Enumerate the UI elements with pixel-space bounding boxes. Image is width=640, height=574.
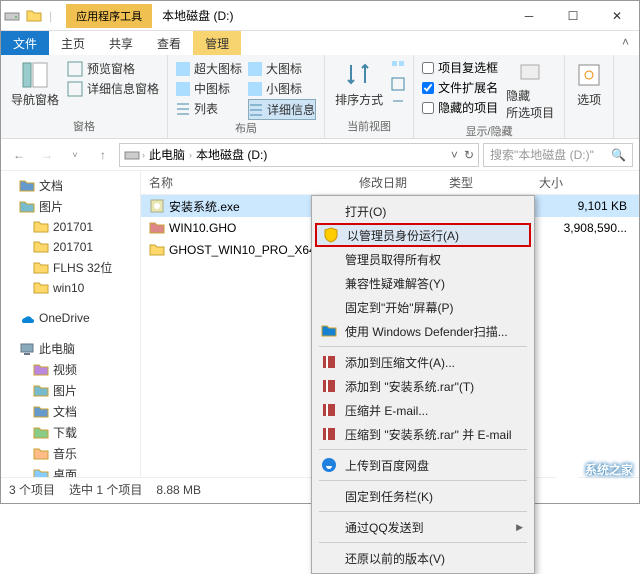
col-date: 修改日期 — [351, 174, 441, 191]
sort-icon — [345, 61, 373, 89]
menu-item[interactable]: 兼容性疑难解答(Y) — [315, 271, 531, 295]
hide-selected-button[interactable]: 隐藏 所选项目 — [504, 59, 556, 123]
status-size: 8.88 MB — [156, 483, 201, 497]
breadcrumb[interactable]: › 此电脑 › 本地磁盘 (D:) ˅ ↻ — [119, 143, 479, 167]
tab-manage[interactable]: 管理 — [193, 31, 241, 55]
view-details[interactable]: 详细信息 — [248, 99, 316, 120]
titlebar: | 应用程序工具 本地磁盘 (D:) ─ ☐ ✕ — [1, 1, 639, 31]
window-title: 本地磁盘 (D:) — [152, 3, 243, 28]
drive-icon — [4, 8, 20, 24]
tree-item[interactable]: 下载 — [1, 422, 140, 443]
menu-item[interactable]: 管理员取得所有权 — [315, 247, 531, 271]
menu-item[interactable]: 使用 Windows Defender扫描... — [315, 319, 531, 343]
fit-columns[interactable] — [391, 93, 405, 109]
menu-item[interactable]: 打开(O) — [315, 199, 531, 223]
options-button[interactable]: 选项 — [573, 59, 605, 110]
minimize-button[interactable]: ─ — [507, 1, 551, 31]
tab-view[interactable]: 查看 — [145, 31, 193, 55]
menu-item[interactable]: 添加到 "安装系统.rar"(T) — [315, 374, 531, 398]
tree-item[interactable]: 201701 — [1, 237, 140, 257]
group-show-hide: 项目复选框 文件扩展名 隐藏的项目 隐藏 所选项目 显示/隐藏 — [414, 55, 565, 138]
tree-item[interactable]: 图片 — [1, 196, 140, 217]
tree-item[interactable]: 图片 — [1, 380, 140, 401]
maximize-button[interactable]: ☐ — [551, 1, 595, 31]
tree-item[interactable]: 音乐 — [1, 443, 140, 464]
recent-button[interactable]: ˅ — [63, 143, 87, 167]
tree-item[interactable]: 视频 — [1, 359, 140, 380]
menu-item[interactable]: 压缩到 "安装系统.rar" 并 E-mail — [315, 422, 531, 446]
status-selected: 选中 1 个项目 — [69, 481, 142, 498]
view-m[interactable]: 中图标 — [176, 79, 242, 98]
group-by[interactable] — [391, 59, 405, 75]
details-pane-button[interactable]: 详细信息窗格 — [67, 79, 159, 98]
view-s[interactable]: 小图标 — [248, 79, 316, 98]
address-bar: ← → ˅ ↑ › 此电脑 › 本地磁盘 (D:) ˅ ↻ 搜索"本地磁盘 (D… — [1, 139, 639, 171]
crumb-pc[interactable]: 此电脑 — [147, 146, 187, 163]
sort-button[interactable]: 排序方式 — [333, 59, 385, 110]
column-headers[interactable]: 名称 修改日期 类型 大小 — [141, 171, 639, 195]
menu-item[interactable]: 上传到百度网盘 — [315, 453, 531, 477]
crumb-drive[interactable]: 本地磁盘 (D:) — [194, 146, 269, 163]
close-button[interactable]: ✕ — [595, 1, 639, 31]
chk-item-checkboxes[interactable]: 项目复选框 — [422, 59, 498, 76]
tree-item[interactable]: FLHS 32位 — [1, 257, 140, 278]
menu-item[interactable]: 添加到压缩文件(A)... — [315, 350, 531, 374]
forward-button[interactable]: → — [35, 143, 59, 167]
details-icon — [67, 81, 83, 97]
tree-item[interactable]: 文档 — [1, 401, 140, 422]
menu-item[interactable]: 还原以前的版本(V) — [315, 546, 531, 570]
contextual-tab: 应用程序工具 — [66, 4, 152, 28]
col-type: 类型 — [441, 174, 501, 191]
menu-item[interactable]: 压缩并 E-mail... — [315, 398, 531, 422]
dropdown-icon[interactable]: ˅ — [451, 148, 458, 162]
view-list[interactable]: 列表 — [176, 99, 242, 118]
search-icon: 🔍 — [611, 148, 626, 162]
group-current-view: 排序方式 当前视图 — [325, 55, 414, 138]
tree-item[interactable]: 文档 — [1, 175, 140, 196]
col-size: 大小 — [501, 174, 571, 191]
drive-icon — [124, 147, 140, 163]
up-button[interactable]: ↑ — [91, 143, 115, 167]
options-icon — [575, 61, 603, 89]
menu-item[interactable]: 固定到任务栏(K) — [315, 484, 531, 508]
watermark: 系统之家 — [553, 455, 633, 483]
add-columns[interactable] — [391, 76, 405, 92]
search-input[interactable]: 搜索"本地磁盘 (D:)" 🔍 — [483, 143, 633, 167]
ribbon-tabs: 文件 主页 共享 查看 管理 ˄ — [1, 31, 639, 55]
view-l[interactable]: 大图标 — [248, 59, 316, 78]
context-menu: 打开(O)以管理员身份运行(A)管理员取得所有权兼容性疑难解答(Y)固定到"开始… — [311, 195, 535, 574]
separator: | — [49, 9, 52, 23]
nav-tree[interactable]: 文档图片201701201701FLHS 32位win10OneDrive此电脑… — [1, 171, 141, 477]
nav-pane-button[interactable]: 导航窗格 — [9, 59, 61, 110]
nav-pane-icon — [21, 61, 49, 89]
menu-item[interactable]: 以管理员身份运行(A) — [315, 223, 531, 247]
menu-item[interactable]: 固定到"开始"屏幕(P) — [315, 295, 531, 319]
folder-icon — [26, 8, 42, 24]
tree-item[interactable]: win10 — [1, 278, 140, 298]
back-button[interactable]: ← — [7, 143, 31, 167]
tree-item[interactable]: 桌面 — [1, 464, 140, 477]
collapse-ribbon[interactable]: ˄ — [612, 31, 639, 55]
refresh-icon[interactable]: ↻ — [464, 148, 474, 162]
status-count: 3 个项目 — [9, 481, 55, 498]
preview-icon — [67, 61, 83, 77]
tree-item[interactable]: OneDrive — [1, 308, 140, 328]
tab-home[interactable]: 主页 — [49, 31, 97, 55]
chk-hidden-items[interactable]: 隐藏的项目 — [422, 99, 498, 116]
view-xl[interactable]: 超大图标 — [176, 59, 242, 78]
group-options: 选项 — [565, 55, 614, 138]
tab-share[interactable]: 共享 — [97, 31, 145, 55]
group-layout: 超大图标 中图标 列表 大图标 小图标 详细信息 布局 — [168, 55, 325, 138]
chk-file-ext[interactable]: 文件扩展名 — [422, 79, 498, 96]
ribbon: 导航窗格 预览窗格 详细信息窗格 窗格 超大图标 中图标 列表 大图标 小图标 … — [1, 55, 639, 139]
tree-item[interactable]: 201701 — [1, 217, 140, 237]
tab-file[interactable]: 文件 — [1, 31, 49, 55]
tree-item[interactable]: 此电脑 — [1, 338, 140, 359]
group-panes: 导航窗格 预览窗格 详细信息窗格 窗格 — [1, 55, 168, 138]
menu-item[interactable]: 通过QQ发送到▶ — [315, 515, 531, 539]
preview-pane-button[interactable]: 预览窗格 — [67, 59, 159, 78]
col-name: 名称 — [141, 174, 351, 191]
hide-icon — [518, 61, 542, 85]
